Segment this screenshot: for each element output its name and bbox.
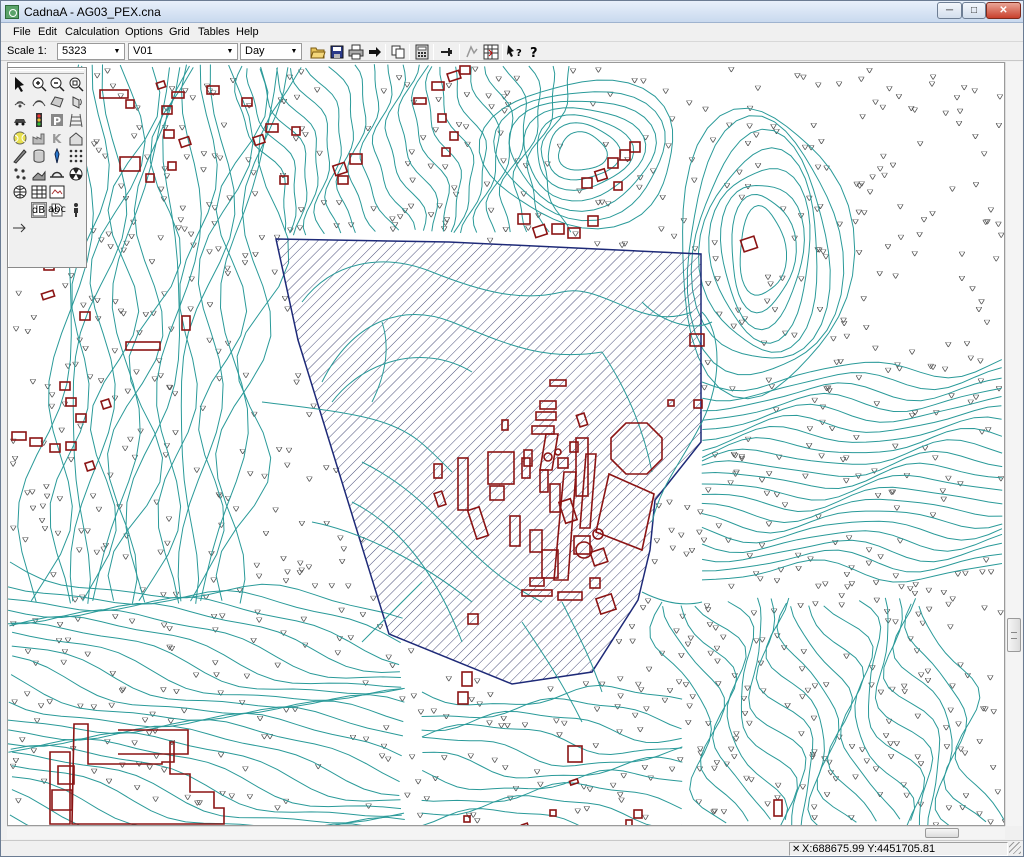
svg-text:?: ?	[530, 46, 538, 60]
ground-absorption-icon[interactable]	[31, 166, 47, 182]
cursor-coordinates: X:688675.99 Y:4451705.81	[802, 843, 936, 855]
scale-label: Scale 1:	[7, 45, 47, 57]
zoom-out-icon[interactable]	[49, 76, 65, 92]
status-bar: ✕ X:688675.99 Y:4451705.81	[1, 840, 1023, 856]
building-icon[interactable]	[68, 130, 84, 146]
arrow-icon[interactable]	[12, 220, 28, 236]
vertical-scroll-thumb[interactable]	[1007, 618, 1021, 652]
svg-text:K: K	[52, 132, 62, 146]
svg-text:?: ?	[516, 48, 522, 59]
menu-file[interactable]: File	[13, 26, 31, 38]
map-drawing[interactable]	[8, 63, 1005, 826]
barrier-icon[interactable]	[12, 148, 28, 164]
grid-calc-icon[interactable]	[483, 44, 499, 60]
horizontal-scrollbar[interactable]	[7, 826, 1005, 839]
variant-value: V01	[133, 45, 153, 57]
level-table-icon[interactable]: dB	[30, 202, 47, 218]
vertical-area-source-icon[interactable]	[68, 94, 84, 110]
crosshair-icon: ✕	[792, 844, 801, 855]
palette-drag-handle[interactable]	[10, 70, 84, 74]
menu-bar: File Edit Calculation Options Grid Table…	[1, 24, 1023, 41]
pin-icon[interactable]	[439, 44, 455, 60]
point-source-icon[interactable]	[12, 94, 28, 110]
tennis-ball-icon[interactable]	[12, 130, 28, 146]
zoom-in-icon[interactable]	[31, 76, 47, 92]
k-tool-icon[interactable]: K	[49, 130, 65, 146]
map-icon[interactable]	[49, 184, 65, 200]
receiver-icon[interactable]	[49, 148, 65, 164]
map-canvas[interactable]	[7, 62, 1005, 826]
contour-icon[interactable]	[12, 166, 28, 182]
period-value: Day	[245, 45, 265, 57]
person-icon[interactable]	[68, 202, 84, 218]
save-icon[interactable]	[329, 44, 345, 60]
print-icon[interactable]	[348, 44, 364, 60]
road-icon[interactable]	[12, 112, 28, 128]
horizontal-scroll-thumb[interactable]	[925, 828, 959, 838]
scale-combo[interactable]: 5323 ▼	[57, 43, 125, 60]
vertical-scrollbar[interactable]	[1005, 62, 1022, 826]
close-button[interactable]: ✕	[986, 2, 1021, 19]
cylinder-icon[interactable]	[31, 148, 47, 164]
scale-value: 5323	[62, 45, 87, 57]
menu-tables[interactable]: Tables	[198, 26, 230, 38]
minimize-button[interactable]: ─	[937, 2, 962, 19]
svg-text:P: P	[53, 115, 61, 128]
cadna-app-icon[interactable]	[5, 5, 19, 19]
industrial-building-icon[interactable]	[31, 130, 47, 146]
table-icon[interactable]	[31, 184, 47, 200]
main-toolbar: Scale 1: 5323 ▼ V01 ▼ Day ▼ ? ?	[1, 41, 1023, 61]
chevron-down-icon[interactable]: ▼	[288, 45, 300, 58]
grid-calc-icon[interactable]	[68, 148, 84, 164]
calculator-icon[interactable]	[414, 44, 430, 60]
grid-icon[interactable]	[464, 44, 480, 60]
chevron-down-icon[interactable]: ▼	[224, 45, 236, 58]
window-title: CadnaA - AG03_PEX.cna	[24, 5, 161, 19]
line-source-icon[interactable]	[31, 94, 47, 110]
resize-grip[interactable]	[1009, 842, 1021, 854]
context-help-icon[interactable]: ?	[507, 44, 523, 60]
forward-arrow-icon[interactable]	[367, 44, 383, 60]
select-arrow-icon[interactable]	[12, 76, 28, 92]
help-icon[interactable]: ?	[527, 44, 543, 61]
application-window: CadnaA - AG03_PEX.cna ─ □ ✕ File Edit Ca…	[0, 0, 1024, 857]
maximize-button[interactable]: □	[962, 2, 986, 19]
variant-combo[interactable]: V01 ▼	[128, 43, 238, 60]
text-icon[interactable]: abc	[47, 202, 67, 218]
period-combo[interactable]: Day ▼	[240, 43, 302, 60]
globe-icon[interactable]	[12, 184, 28, 200]
menu-calculation[interactable]: Calculation	[65, 26, 119, 38]
menu-help[interactable]: Help	[236, 26, 259, 38]
bridge-icon[interactable]	[49, 166, 65, 182]
menu-options[interactable]: Options	[125, 26, 163, 38]
open-icon[interactable]	[310, 44, 326, 60]
coordinate-panel: ✕ X:688675.99 Y:4451705.81	[789, 842, 1008, 856]
copy-icon[interactable]	[390, 44, 406, 60]
zoom-fit-icon[interactable]	[68, 76, 84, 92]
railway-icon[interactable]	[68, 112, 84, 128]
tool-palette[interactable]: P KdB abc	[7, 67, 87, 268]
radiation-icon[interactable]	[68, 166, 84, 182]
menu-edit[interactable]: Edit	[38, 26, 57, 38]
traffic-light-icon[interactable]	[31, 112, 47, 128]
menu-grid[interactable]: Grid	[169, 26, 190, 38]
parking-icon[interactable]: P	[49, 112, 65, 128]
area-source-icon[interactable]	[49, 94, 65, 110]
chevron-down-icon[interactable]: ▼	[111, 45, 123, 58]
title-bar[interactable]: CadnaA - AG03_PEX.cna ─ □ ✕	[1, 1, 1023, 23]
